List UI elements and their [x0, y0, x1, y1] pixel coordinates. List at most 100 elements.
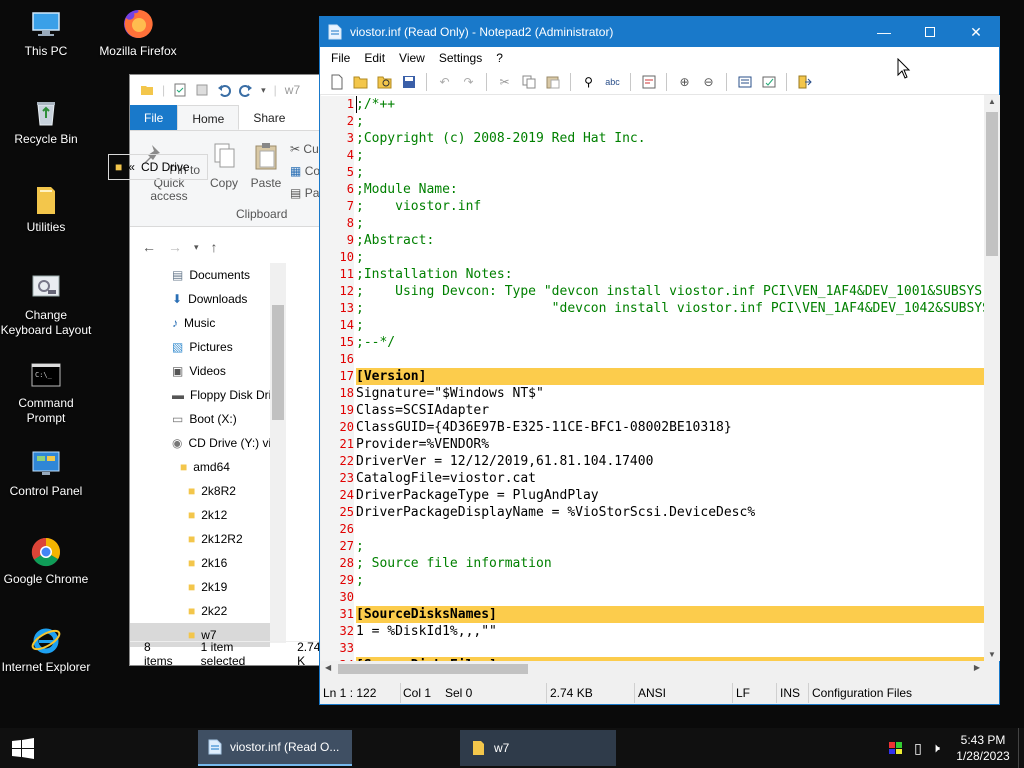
code-line[interactable]: 32 1 = %DiskId1%,,,""	[321, 623, 984, 640]
desktop-icon-change-keyboard[interactable]: Change Keyboard Layout	[0, 272, 92, 338]
replace-button[interactable]: abc	[602, 72, 623, 92]
code-line[interactable]: 3 ;Copyright (c) 2008-2019 Red Hat Inc.	[321, 130, 984, 147]
code-line[interactable]: 25 DriverPackageDisplayName = %VioStorScs…	[321, 504, 984, 521]
status-insert-mode[interactable]: INS	[777, 683, 809, 703]
properties-icon[interactable]	[173, 83, 187, 97]
status-line-ending[interactable]: LF	[733, 683, 777, 703]
code-line[interactable]: 19 Class=SCSIAdapter	[321, 402, 984, 419]
code-line[interactable]: 5;	[321, 164, 984, 181]
code-line[interactable]: 13; "devcon install viostor.inf PCI\VEN_…	[321, 300, 984, 317]
code-line[interactable]: 6 ;Module Name:	[321, 181, 984, 198]
code-line[interactable]: 18 Signature="$Windows NT$"	[321, 385, 984, 402]
zoom-in-button[interactable]: ⊕	[674, 72, 695, 92]
code-line[interactable]: 30	[321, 589, 984, 606]
desktop-icon-recycle-bin[interactable]: Recycle Bin	[0, 96, 92, 147]
paste-button[interactable]: Paste	[248, 141, 284, 190]
forward-arrow-icon[interactable]: →	[168, 239, 182, 255]
start-button[interactable]	[12, 738, 34, 760]
undo-button[interactable]: ↶	[434, 72, 455, 92]
code-line[interactable]: 8;	[321, 215, 984, 232]
desktop-icon-control-panel[interactable]: Control Panel	[0, 448, 92, 499]
back-arrow-icon[interactable]: ←	[142, 239, 156, 255]
tree-item-documents[interactable]: ▤ Documents	[172, 263, 250, 287]
save-button[interactable]	[398, 72, 419, 92]
scheme-config-button[interactable]	[758, 72, 779, 92]
tree-item-folder[interactable]: ■ 2k16	[188, 551, 227, 575]
code-line[interactable]: 27;	[321, 538, 984, 555]
section-header-line[interactable]: 31 [SourceDisksNames]	[321, 606, 984, 623]
code-line[interactable]: 4;	[321, 147, 984, 164]
tree-item-folder[interactable]: ■ 2k12R2	[188, 527, 243, 551]
open-button[interactable]	[350, 72, 371, 92]
status-encoding[interactable]: ANSI	[635, 683, 733, 703]
code-line[interactable]: 14;	[321, 317, 984, 334]
code-line[interactable]: 33	[321, 640, 984, 657]
code-line[interactable]: 28; Source file information	[321, 555, 984, 572]
exit-button[interactable]	[794, 72, 815, 92]
paste-button[interactable]	[542, 72, 563, 92]
code-line[interactable]: 11 ;Installation Notes:	[321, 266, 984, 283]
code-line[interactable]: 22 DriverVer = 12/12/2019,61.81.104.17400	[321, 453, 984, 470]
vertical-scrollbar[interactable]: ▲ ▼	[984, 95, 1000, 661]
minimize-button[interactable]: —	[861, 17, 907, 47]
code-line[interactable]: 20 ClassGUID={4D36E97B-E325-11CE-BFC1-080…	[321, 419, 984, 436]
breadcrumb-overflow-icon[interactable]: «	[128, 160, 135, 174]
redo-button[interactable]: ↷	[458, 72, 479, 92]
scrollbar-thumb[interactable]	[272, 305, 284, 420]
tree-item-music[interactable]: ♪ Music	[172, 311, 215, 335]
code-line[interactable]: 15 ;--*/	[321, 334, 984, 351]
scheme-button[interactable]	[734, 72, 755, 92]
scrollbar-thumb[interactable]	[986, 112, 998, 256]
tree-item-pictures[interactable]: ▧ Pictures	[172, 335, 233, 359]
horizontal-scrollbar[interactable]: ◀ ▶	[321, 661, 984, 677]
code-line[interactable]: 26	[321, 521, 984, 538]
text-editor[interactable]: 1 ;/*++ 2; 3 ;Copyright (c) 2008-2019 Red Ha…	[321, 95, 984, 661]
tab-file[interactable]: File	[130, 105, 178, 130]
scroll-right-icon[interactable]: ▶	[974, 663, 980, 672]
code-line[interactable]: 2;	[321, 113, 984, 130]
usb-device-icon[interactable]: ▯	[914, 740, 922, 757]
clock[interactable]: 5:43 PM 1/28/2023	[948, 732, 1018, 764]
recent-locations-icon[interactable]: ▾	[194, 242, 199, 253]
tree-item-videos[interactable]: ▣ Videos	[172, 359, 226, 383]
scrollbar-thumb[interactable]	[338, 664, 528, 674]
desktop-icon-command-prompt[interactable]: C:\_ Command Prompt	[0, 360, 92, 426]
code-line[interactable]: 16	[321, 351, 984, 368]
find-button[interactable]: ⚲	[578, 72, 599, 92]
browse-button[interactable]	[374, 72, 395, 92]
menu-help[interactable]: ?	[489, 51, 510, 65]
speaker-muted-icon[interactable]: 🕨	[932, 740, 940, 756]
word-wrap-button[interactable]	[638, 72, 659, 92]
explorer-titlebar[interactable]: | ▾ | w7	[130, 75, 328, 105]
redo-icon[interactable]	[239, 83, 253, 97]
maximize-button[interactable]	[907, 17, 953, 47]
copy-button[interactable]: Copy	[206, 141, 242, 190]
show-desktop-button[interactable]	[1018, 728, 1024, 768]
desktop-icon-utilities[interactable]: Utilities	[0, 184, 92, 235]
tree-item-folder[interactable]: ■ 2k12	[188, 503, 227, 527]
status-scheme[interactable]: Configuration Files	[809, 683, 979, 703]
code-line[interactable]: 21 Provider=%VENDOR%	[321, 436, 984, 453]
scroll-down-icon[interactable]: ▼	[988, 650, 996, 659]
desktop-icon-chrome[interactable]: Google Chrome	[0, 536, 92, 587]
desktop-icon-firefox[interactable]: Mozilla Firefox	[92, 8, 184, 59]
navigation-scrollbar[interactable]	[270, 263, 286, 643]
new-button[interactable]	[326, 72, 347, 92]
menu-settings[interactable]: Settings	[432, 51, 489, 65]
menu-file[interactable]: File	[324, 51, 357, 65]
tab-home[interactable]: Home	[177, 105, 240, 130]
desktop-icon-internet-explorer[interactable]: Internet Explorer	[0, 624, 92, 675]
code-line[interactable]: 7; viostor.inf	[321, 198, 984, 215]
code-line[interactable]: 23 CatalogFile=viostor.cat	[321, 470, 984, 487]
code-line[interactable]: 12; Using Devcon: Type "devcon install v…	[321, 283, 984, 300]
code-line[interactable]: 10;	[321, 249, 984, 266]
cut-button[interactable]: ✂	[494, 72, 515, 92]
code-line[interactable]: 24 DriverPackageType = PlugAndPlay	[321, 487, 984, 504]
code-line[interactable]: 1 ;/*++	[321, 96, 984, 113]
undo-icon[interactable]	[217, 83, 232, 97]
up-arrow-icon[interactable]: ↑	[211, 239, 218, 255]
tree-item-folder[interactable]: ■ 2k22	[188, 599, 227, 623]
tree-item-folder[interactable]: ■ amd64	[180, 455, 230, 479]
notepad2-titlebar[interactable]: viostor.inf (Read Only) - Notepad2 (Admi…	[320, 17, 999, 47]
code-line[interactable]: 9 ;Abstract:	[321, 232, 984, 249]
